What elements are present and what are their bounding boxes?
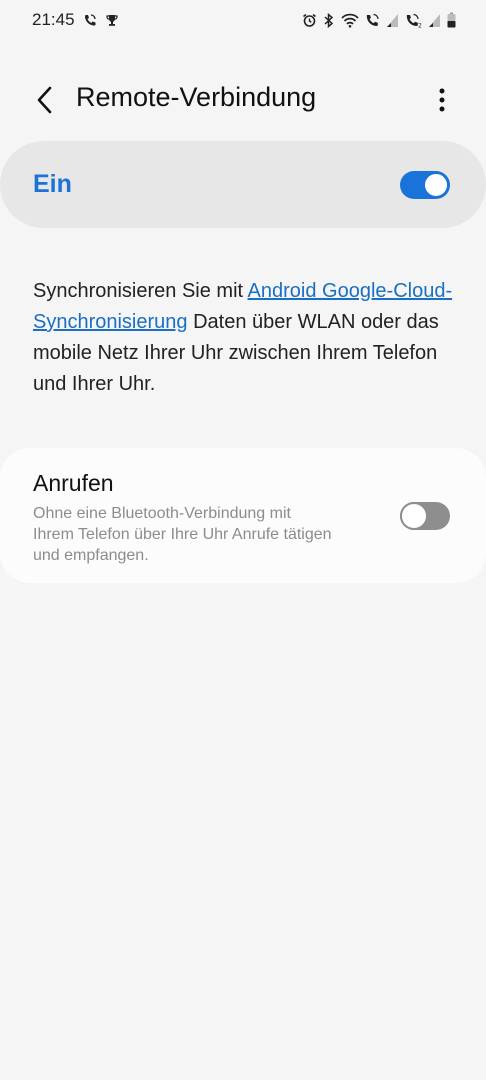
calls-toggle[interactable]	[400, 502, 450, 530]
master-toggle[interactable]	[400, 170, 450, 199]
signal-2-icon	[428, 13, 441, 28]
toggle-knob	[400, 502, 428, 530]
back-arrow-icon	[37, 86, 52, 114]
bluetooth-icon	[323, 12, 335, 28]
volte-call-icon	[365, 13, 380, 28]
more-options-button[interactable]	[422, 80, 462, 120]
status-bar: 21:45 2	[0, 0, 486, 40]
toggle-knob	[423, 171, 449, 198]
calls-setting-card[interactable]: Anrufen Ohne eine Bluetooth-Verbindung m…	[0, 448, 486, 583]
trophy-icon	[105, 13, 119, 27]
volte-call-2-icon: 2	[405, 13, 422, 28]
signal-icon	[386, 13, 399, 28]
battery-icon	[447, 12, 456, 28]
status-time: 21:45	[32, 10, 75, 29]
description-prefix: Synchronisieren Sie mit	[33, 280, 248, 302]
app-bar: Remote-Verbindung	[0, 70, 486, 130]
status-right: 2	[302, 12, 456, 28]
calls-subtitle: Ohne eine Bluetooth-Verbindung mit Ihrem…	[33, 505, 332, 564]
page-title: Remote-Verbindung	[76, 82, 317, 112]
alarm-icon	[302, 13, 317, 28]
svg-text:2: 2	[418, 22, 422, 28]
more-vertical-icon	[439, 88, 445, 112]
master-switch-label: Ein	[33, 170, 72, 198]
wifi-call-icon	[83, 13, 97, 27]
wifi-icon	[341, 13, 359, 28]
master-switch-bar[interactable]: Ein	[0, 141, 486, 228]
back-button[interactable]	[24, 80, 64, 120]
calls-title: Anrufen	[33, 470, 114, 496]
description-text: Synchronisieren Sie mit Android Google-C…	[33, 276, 453, 400]
status-left: 21:45	[32, 10, 119, 30]
